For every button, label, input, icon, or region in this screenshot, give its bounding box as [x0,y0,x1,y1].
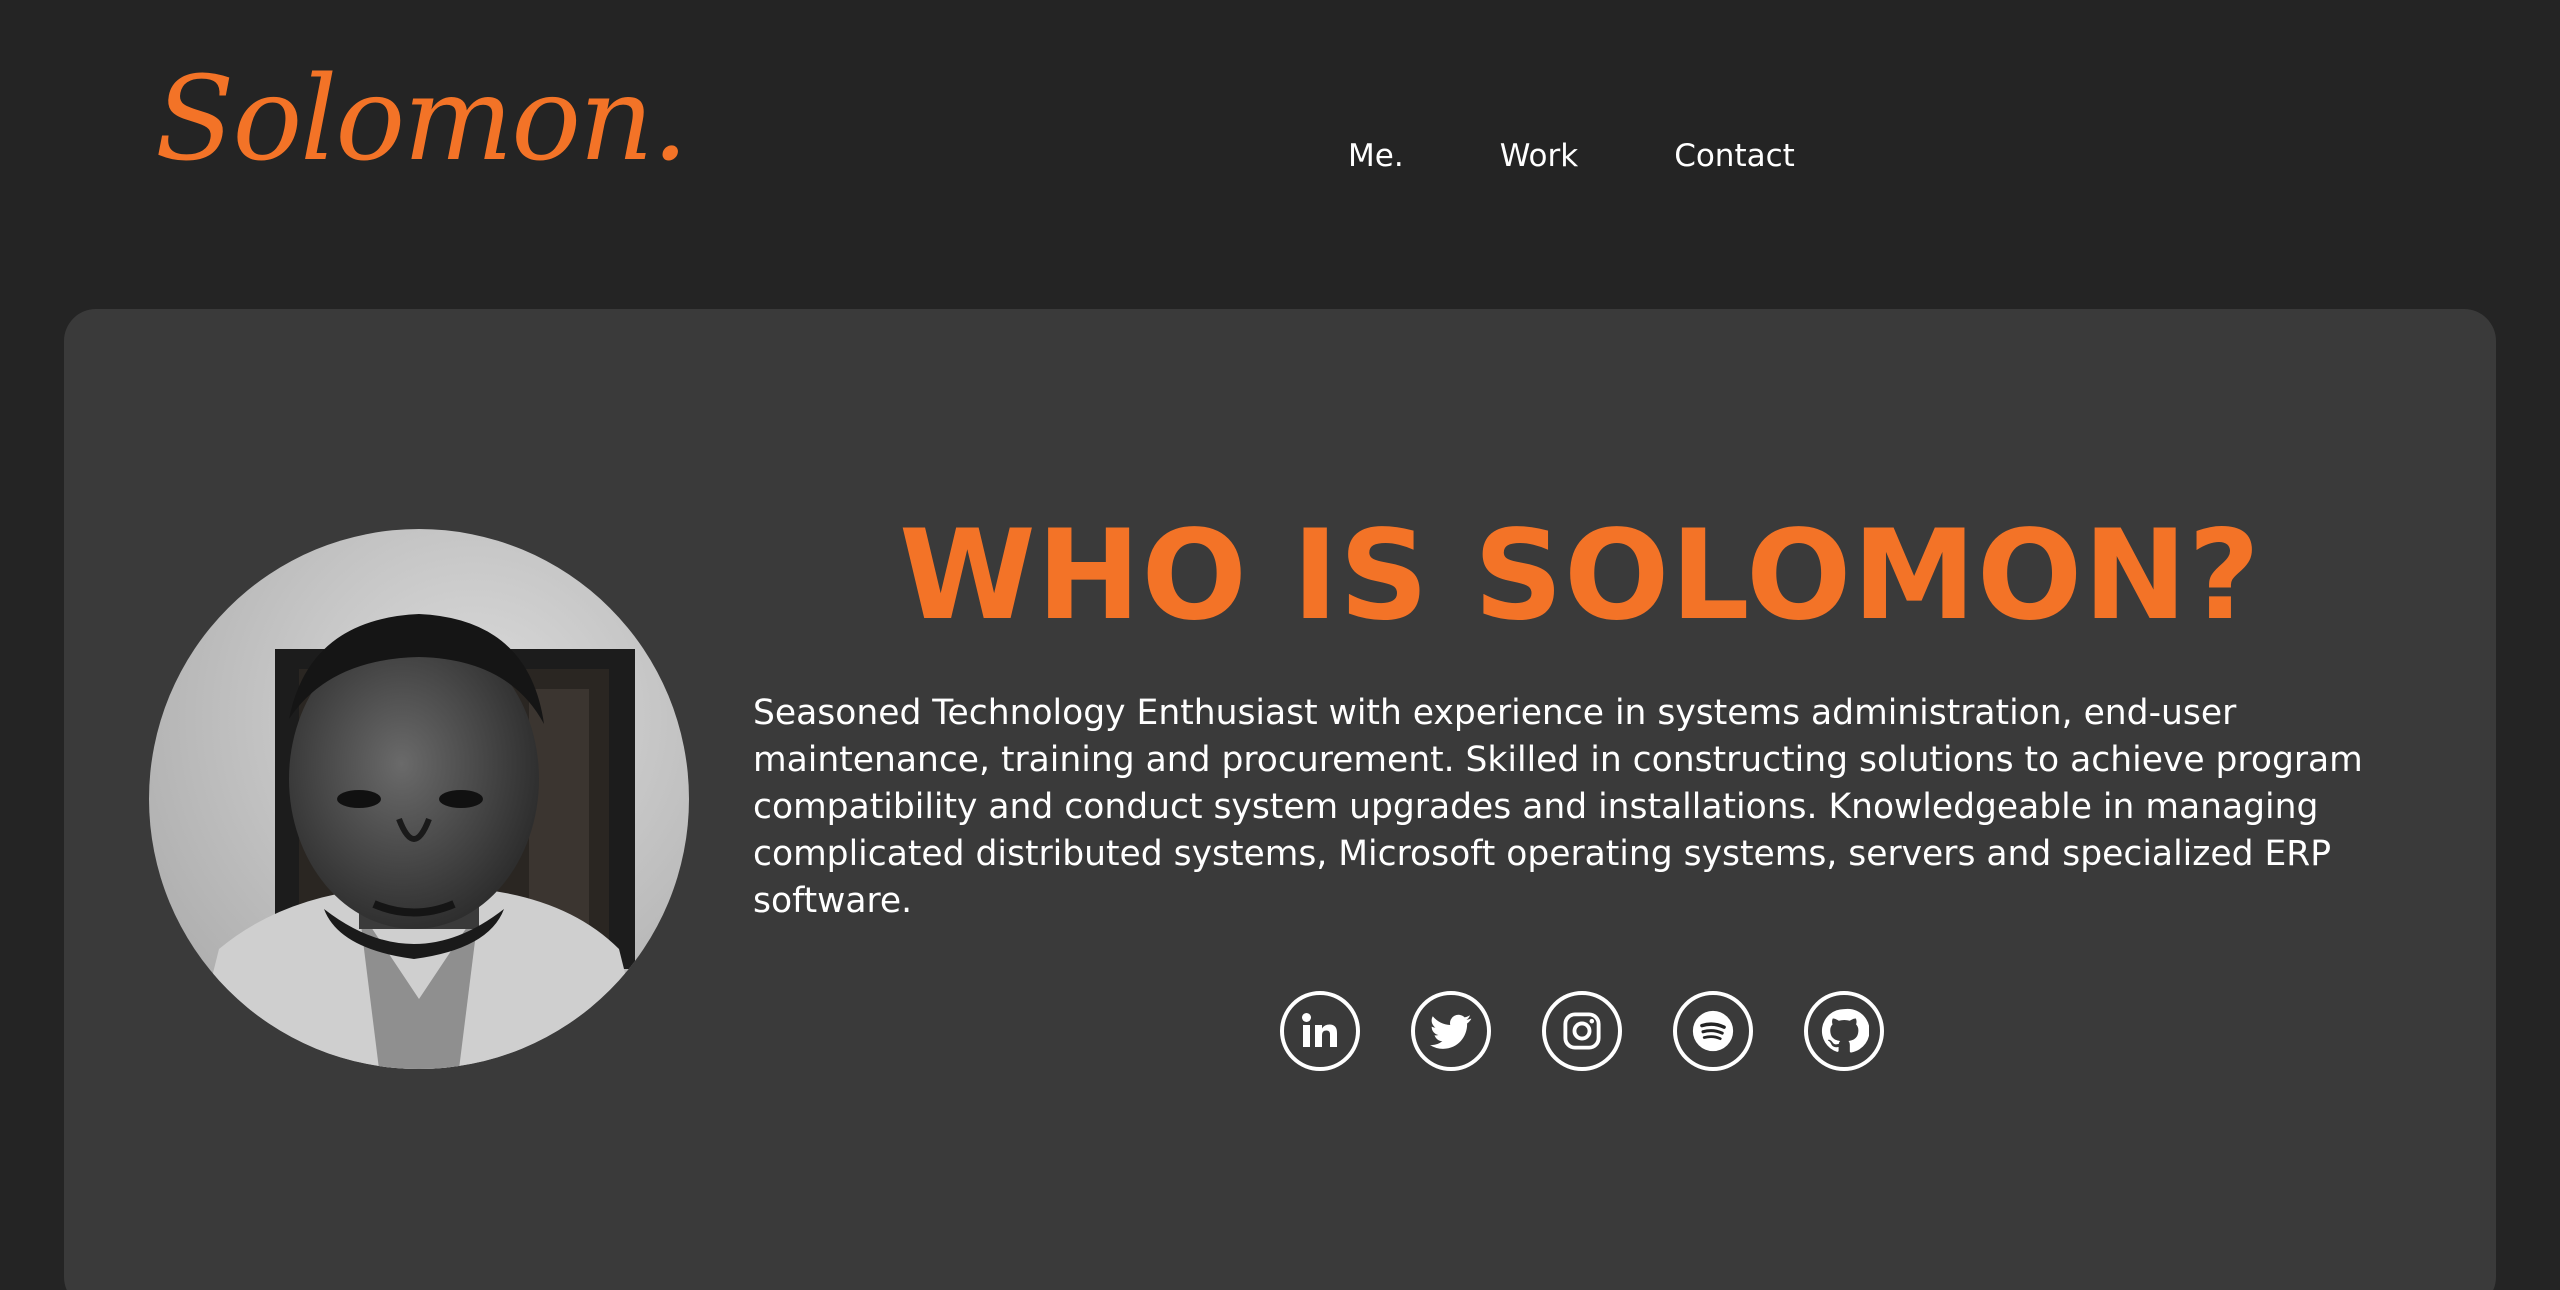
main-nav: Me. Work Contact [1348,136,1795,176]
github-icon [1821,1008,1869,1053]
site-logo[interactable]: Solomon. [155,62,689,178]
nav-link-contact[interactable]: Contact [1674,136,1795,176]
spotify-link[interactable] [1673,991,1753,1071]
bio-text: Seasoned Technology Enthusiast with expe… [753,693,2363,921]
instagram-link[interactable] [1542,991,1622,1071]
nav-link-me[interactable]: Me. [1348,136,1404,176]
linkedin-link[interactable] [1280,991,1360,1071]
linkedin-icon [1302,1013,1337,1047]
page: Solomon. Me. Work Contact WHO IS SOLOMON… [0,0,2560,1290]
github-link[interactable] [1804,991,1884,1071]
spotify-icon [1692,1010,1734,1052]
twitter-icon [1429,1014,1472,1049]
profile-photo [149,529,689,1069]
social-links [1280,991,1884,1071]
twitter-link[interactable] [1411,991,1491,1071]
nav-link-work[interactable]: Work [1500,136,1579,176]
instagram-icon [1563,1012,1601,1050]
page-title: WHO IS SOLOMON? [899,504,2261,648]
